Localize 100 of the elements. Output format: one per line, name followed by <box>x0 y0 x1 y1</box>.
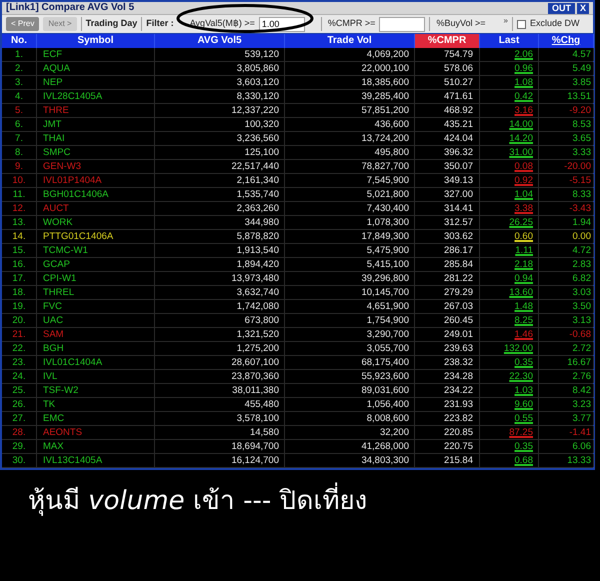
table-cell: 13,724,200 <box>285 132 415 145</box>
table-cell: 455,480 <box>155 398 285 411</box>
filter-label: %CMPR >= <box>328 17 376 30</box>
table-cell: 344,980 <box>155 216 285 229</box>
last-price-link[interactable]: 1.08 <box>514 77 533 88</box>
last-price-link[interactable]: 22.30 <box>509 371 533 382</box>
table-cell: 539,120 <box>155 48 285 61</box>
last-price-link[interactable]: 1.46 <box>514 329 533 340</box>
table-cell: AEONTS <box>37 426 155 439</box>
last-price-link[interactable]: 0.68 <box>514 455 533 466</box>
last-price-link[interactable]: 2.06 <box>514 49 533 60</box>
more-icon[interactable]: » <box>503 15 508 27</box>
table-cell: 22,000,100 <box>285 62 415 75</box>
column-header[interactable]: Symbol <box>37 34 155 48</box>
last-price-link[interactable]: 87.25 <box>509 427 533 438</box>
table-cell: 32,200 <box>285 426 415 439</box>
last-price-link[interactable]: 0.35 <box>514 441 533 452</box>
table-cell: 16. <box>2 258 37 271</box>
table-cell: GEN-W3 <box>37 160 155 173</box>
table-cell: 4,651,900 <box>285 300 415 313</box>
table-cell: 285.84 <box>415 258 480 271</box>
filter-label: Filter : <box>146 17 174 30</box>
column-header[interactable]: %Chg <box>539 34 594 48</box>
last-price-link[interactable]: 0.92 <box>514 175 533 186</box>
table-cell: 4.57 <box>539 48 594 61</box>
trading-day-label: Trading Day <box>86 17 138 30</box>
last-price-link[interactable]: 0.35 <box>514 357 533 368</box>
table-cell: 5,878,820 <box>155 230 285 243</box>
last-price-link[interactable]: 8.25 <box>514 315 533 326</box>
last-price-link[interactable]: 2.18 <box>514 259 533 270</box>
last-price-link[interactable]: 1.04 <box>514 189 533 200</box>
table-cell: -9.20 <box>539 104 594 117</box>
column-header[interactable]: Last <box>480 34 539 48</box>
filter-input[interactable] <box>379 16 426 32</box>
table-cell: 349.13 <box>415 174 480 187</box>
last-price-link[interactable]: 0.60 <box>514 231 533 242</box>
table-cell: 1,754,900 <box>285 314 415 327</box>
table-cell: 8. <box>2 146 37 159</box>
table-cell: 495,800 <box>285 146 415 159</box>
table-cell: 3,578,100 <box>155 412 285 425</box>
last-price-link[interactable]: 0.55 <box>514 413 533 424</box>
last-price-link[interactable]: 31.00 <box>509 147 533 158</box>
close-button[interactable]: X <box>576 2 589 14</box>
table-cell: 312.57 <box>415 216 480 229</box>
last-price-link[interactable]: 1.03 <box>514 385 533 396</box>
table-cell: 2,363,260 <box>155 202 285 215</box>
last-price-link[interactable]: 3.38 <box>514 203 533 214</box>
table-cell: -20.00 <box>539 160 594 173</box>
last-price-link[interactable]: 1.48 <box>514 301 533 312</box>
table-cell: 20. <box>2 314 37 327</box>
table-cell: 1,321,520 <box>155 328 285 341</box>
table-cell: JMT <box>37 118 155 131</box>
table-cell: 471.61 <box>415 90 480 103</box>
last-price-link[interactable]: 0.42 <box>514 91 533 102</box>
last-price-link[interactable]: 13.60 <box>509 287 533 298</box>
table-cell: 78,827,700 <box>285 160 415 173</box>
table-cell: 8.53 <box>539 118 594 131</box>
last-price-link[interactable]: 132.00 <box>504 343 533 354</box>
last-price-link[interactable]: 0.94 <box>514 273 533 284</box>
table-cell: 18. <box>2 286 37 299</box>
table-cell: 223.82 <box>415 412 480 425</box>
table-cell: SMPC <box>37 146 155 159</box>
table-cell: 3,805,860 <box>155 62 285 75</box>
table-cell: 5,021,800 <box>285 188 415 201</box>
table-cell: 6.82 <box>539 272 594 285</box>
table-cell: 1,894,420 <box>155 258 285 271</box>
table-cell: 1. <box>2 48 37 61</box>
table-cell: WORK <box>37 216 155 229</box>
last-price-link[interactable]: 0.08 <box>514 161 533 172</box>
column-header[interactable]: No. <box>2 34 37 48</box>
table-cell: 2.76 <box>539 370 594 383</box>
last-price-link[interactable]: 9.60 <box>514 399 533 410</box>
last-price-link[interactable]: 1.11 <box>515 245 533 256</box>
out-button[interactable]: OUT <box>548 2 575 14</box>
column-header[interactable]: AVG Vol5 <box>155 34 285 48</box>
table-cell: 8,330,120 <box>155 90 285 103</box>
table-cell: 3,290,700 <box>285 328 415 341</box>
last-price-link[interactable]: 14.20 <box>509 133 533 144</box>
table-cell: 13.51 <box>539 90 594 103</box>
table-cell: 396.32 <box>415 146 480 159</box>
table-cell: 27. <box>2 412 37 425</box>
last-price-link[interactable]: 3.16 <box>514 105 533 116</box>
table-cell: 578.06 <box>415 62 480 75</box>
last-price-link[interactable]: 26.25 <box>509 217 533 228</box>
table-cell: ECF <box>37 48 155 61</box>
table-cell: 13,973,480 <box>155 272 285 285</box>
table-cell: 30. <box>2 454 37 467</box>
table-cell: BGH <box>37 342 155 355</box>
last-price-link[interactable]: 14.00 <box>509 119 533 130</box>
last-price-link[interactable]: 0.96 <box>514 63 533 74</box>
table-cell: 9. <box>2 160 37 173</box>
checkbox[interactable] <box>516 20 526 28</box>
column-header[interactable]: %CMPR <box>415 34 480 48</box>
table-cell: 22,517,440 <box>155 160 285 173</box>
table-cell: 100,320 <box>155 118 285 131</box>
table-cell: 57,851,200 <box>285 104 415 117</box>
table-cell: 468.92 <box>415 104 480 117</box>
table-cell: SAM <box>37 328 155 341</box>
table-cell: 5,475,900 <box>285 244 415 257</box>
table-cell: 239.63 <box>415 342 480 355</box>
